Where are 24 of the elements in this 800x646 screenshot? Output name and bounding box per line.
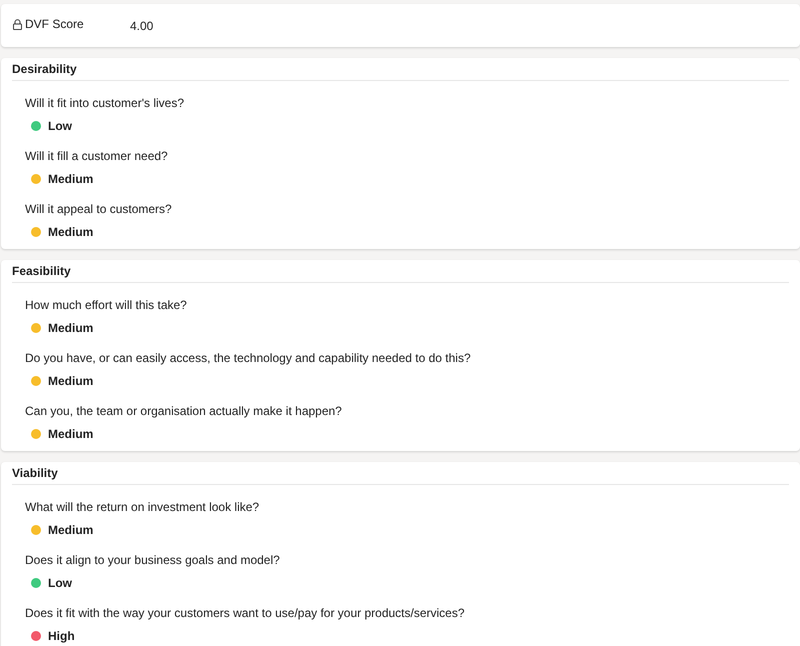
question-text: Will it fit into customer's lives? bbox=[25, 96, 185, 110]
answer-value: High bbox=[48, 629, 75, 643]
question-text: How much effort will this take? bbox=[25, 298, 188, 312]
section-title: Desirability bbox=[12, 61, 77, 78]
lock-icon bbox=[13, 18, 22, 30]
section-title: Feasibility bbox=[12, 263, 71, 280]
section-title: Viability bbox=[12, 465, 58, 482]
answer-value: Low bbox=[48, 576, 72, 590]
question-text: Does it align to your business goals and model? bbox=[25, 553, 281, 567]
answer-value: Medium bbox=[48, 523, 94, 537]
question-text: Does it fit with the way your customers want to use/pay for your products/services? bbox=[25, 606, 466, 620]
question-text: What will the return on investment look like? bbox=[25, 500, 260, 514]
answer-value: Medium bbox=[48, 321, 94, 335]
question-text: Will it fill a customer need? bbox=[25, 149, 169, 163]
answer-value: Medium bbox=[48, 374, 94, 388]
question-text: Can you, the team or organisation actually make it happen? bbox=[25, 404, 343, 418]
score-label: DVF Score bbox=[25, 16, 85, 33]
answer-value: Medium bbox=[48, 172, 94, 186]
answer-value: Medium bbox=[48, 225, 94, 239]
answer-value: Medium bbox=[48, 427, 94, 441]
question-text: Will it appeal to customers? bbox=[25, 202, 173, 216]
score-value: 4.00 bbox=[130, 18, 154, 34]
question-text: Do you have, or can easily access, the technology and capability needed to do this? bbox=[25, 351, 472, 365]
answer-value: Low bbox=[48, 119, 72, 133]
